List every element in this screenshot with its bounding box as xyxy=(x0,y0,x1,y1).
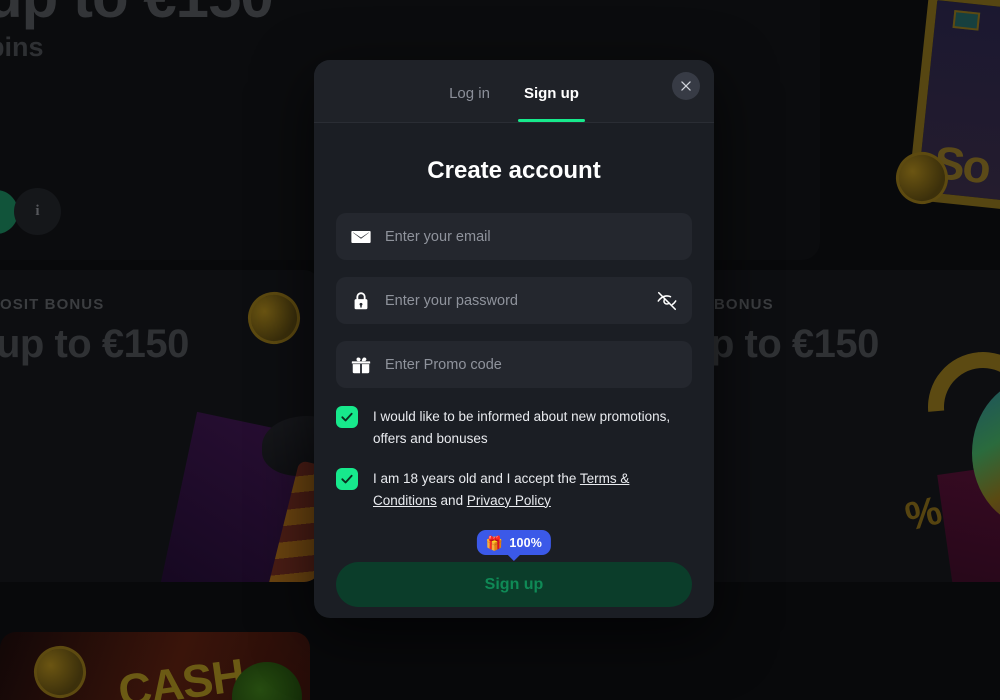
promo-kicker: OSIT BONUS xyxy=(0,296,105,313)
slot-card-label: So xyxy=(931,135,992,194)
promo-bonus-badge: 🎁 100% xyxy=(476,530,552,556)
purple-wedge-art xyxy=(147,411,320,582)
rainbow-ball-art xyxy=(972,378,1000,528)
auth-tabs: Log in Sign up xyxy=(314,60,714,122)
gift-emoji-icon: 🎁 xyxy=(485,534,504,551)
screen: % up to €150 ree Spins So i OSIT BONUS u… xyxy=(0,0,1000,700)
promo-amount: p to €150 xyxy=(710,322,879,366)
gold-arrow-art xyxy=(905,329,1000,485)
coin-art xyxy=(27,639,93,700)
promo-amount: up to €150 xyxy=(0,322,189,366)
cash-card-label: CASH xyxy=(114,648,248,700)
envelope-icon xyxy=(350,226,372,248)
promo-kicker: BONUS xyxy=(714,296,774,313)
tab-sign-up[interactable]: Sign up xyxy=(517,85,585,122)
email-input[interactable] xyxy=(385,228,678,245)
password-field-row[interactable] xyxy=(336,277,692,324)
magenta-wedge-art xyxy=(937,442,1000,582)
age-terms-consent-label: I am 18 years old and I accept the Terms… xyxy=(373,467,692,512)
email-field-row[interactable] xyxy=(336,213,692,260)
slot-gem-icon xyxy=(952,10,981,31)
modal-header: Log in Sign up xyxy=(314,60,714,123)
age-terms-conjunction: and xyxy=(436,492,467,508)
tab-log-in[interactable]: Log in xyxy=(443,85,496,122)
marketing-consent-checkbox[interactable] xyxy=(336,406,358,428)
scarf-art xyxy=(258,460,320,582)
close-icon[interactable] xyxy=(672,72,700,100)
page-title: Create account xyxy=(427,157,601,184)
promo-bonus-percent: 100% xyxy=(509,535,543,550)
age-terms-consent-row[interactable]: I am 18 years old and I accept the Terms… xyxy=(336,467,692,512)
percent-symbol-art: % xyxy=(901,488,947,540)
age-terms-consent-checkbox[interactable] xyxy=(336,467,358,490)
lock-icon xyxy=(350,290,372,312)
gift-icon xyxy=(350,354,372,376)
promo-badge-wrap: 🎁 100% xyxy=(336,527,692,561)
modal-body: Create account Enter your email Enter Pr… xyxy=(314,157,714,608)
info-icon[interactable]: i xyxy=(14,188,61,235)
promo-card-right[interactable]: BONUS p to €150 % xyxy=(700,270,1000,582)
password-input[interactable] xyxy=(385,292,656,309)
marketing-consent-label: I would like to be informed about new pr… xyxy=(373,409,671,446)
signup-modal: Log in Sign up Create account Enter your… xyxy=(314,60,714,618)
coin-art xyxy=(241,285,307,351)
marketing-consent-row[interactable]: I would like to be informed about new pr… xyxy=(336,405,692,450)
promo-field-row[interactable] xyxy=(336,341,692,388)
eye-off-icon[interactable] xyxy=(656,290,678,312)
promo-card-left[interactable]: OSIT BONUS up to €150 xyxy=(0,270,320,582)
privacy-policy-link[interactable]: Privacy Policy xyxy=(467,493,551,508)
wizard-hat-art xyxy=(262,416,320,476)
promo-code-input[interactable] xyxy=(385,356,678,373)
hero-subtitle: ree Spins xyxy=(0,32,44,62)
age-terms-text: I am 18 years old and I accept the xyxy=(373,470,580,486)
slot-frame-art: So xyxy=(907,0,1000,212)
sign-up-button[interactable]: Sign up xyxy=(336,562,692,608)
cash-card[interactable]: CASH xyxy=(0,632,310,700)
coin-art xyxy=(889,145,955,211)
hero-title: % up to €150 xyxy=(0,0,274,31)
